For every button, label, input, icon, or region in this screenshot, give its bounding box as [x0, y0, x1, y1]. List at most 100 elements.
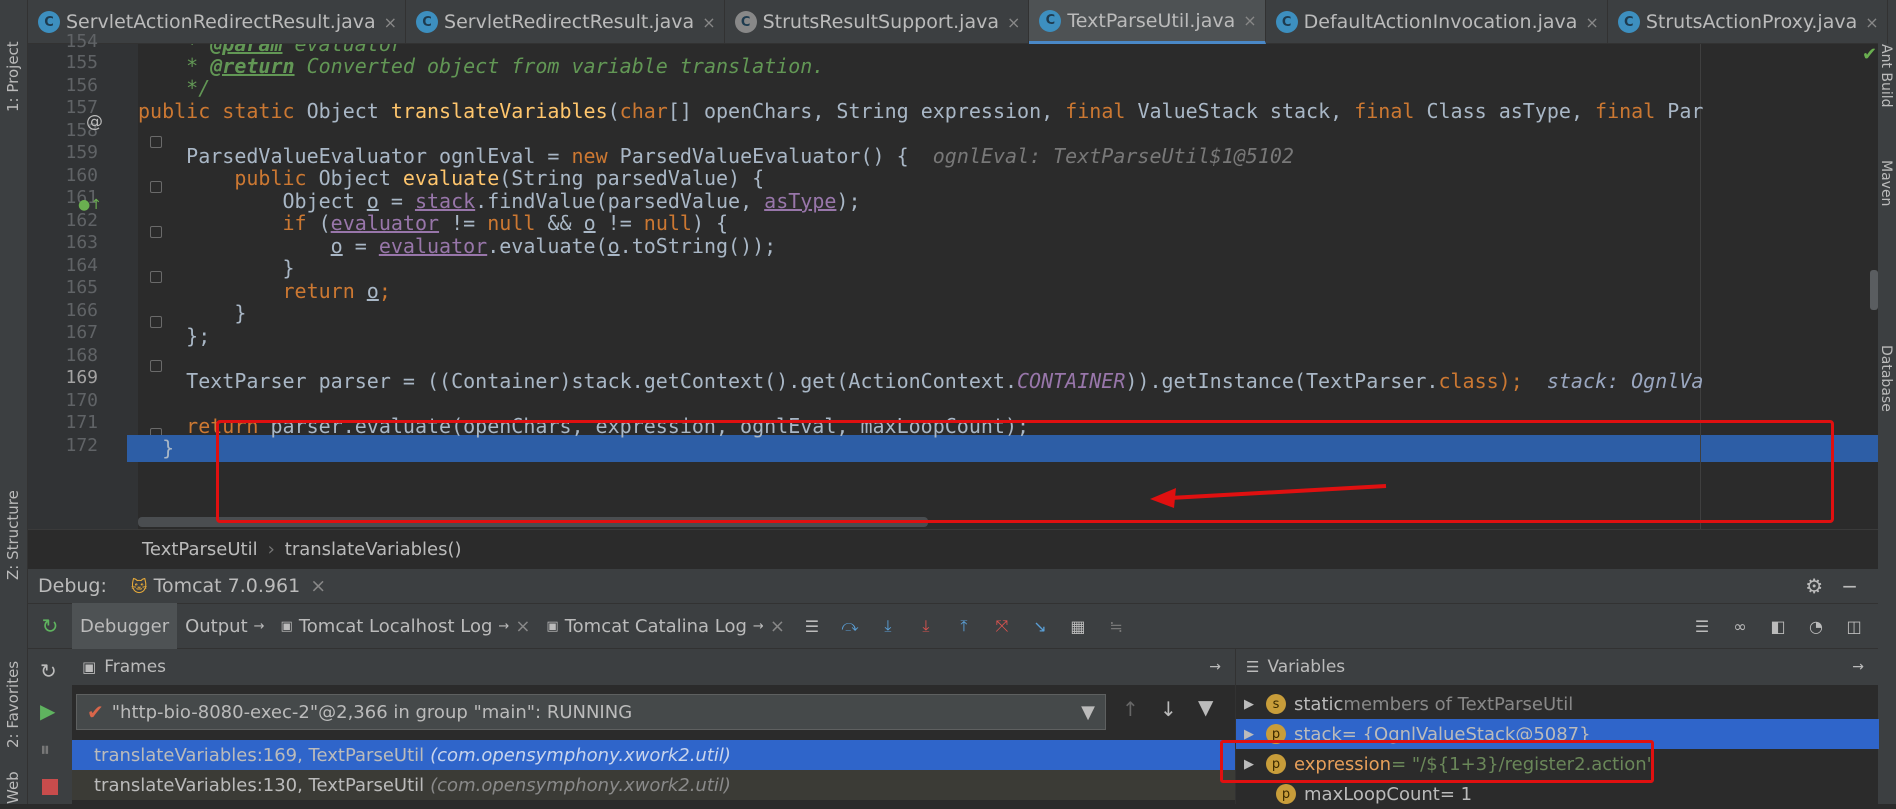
- variable-value: members of TextParseUtil: [1343, 693, 1574, 715]
- tab-tomcat-catalina-log[interactable]: ▣ Tomcat Catalina Log → ×: [538, 603, 793, 649]
- tab-struts-action-proxy[interactable]: C StrutsActionProxy.java ×: [1608, 0, 1888, 44]
- close-icon[interactable]: ×: [384, 13, 397, 32]
- thread-selector[interactable]: ✔ "http-bio-8080-exec-2"@2,366 in group …: [76, 694, 1106, 730]
- stop-icon[interactable]: [42, 779, 58, 795]
- pin-icon[interactable]: →: [1209, 659, 1221, 675]
- inspection-ok-icon: ✔: [1862, 44, 1878, 65]
- close-icon[interactable]: ×: [1865, 13, 1878, 32]
- line-number: 171: [65, 412, 98, 433]
- restore-layout-icon[interactable]: ☰: [1692, 616, 1712, 636]
- class-icon: C: [1039, 9, 1062, 32]
- frame-method: translateVariables:169, TextParseUtil: [94, 744, 425, 766]
- overhead-icon[interactable]: ◔: [1806, 616, 1826, 636]
- close-icon[interactable]: ×: [1585, 13, 1598, 32]
- favorites-tool-button[interactable]: 2: Favorites: [4, 661, 22, 748]
- database-tool-button[interactable]: Database: [1878, 345, 1894, 412]
- rerun-icon[interactable]: ↻: [28, 603, 72, 649]
- tab-text-parse-util[interactable]: C TextParseUtil.java ×: [1029, 0, 1266, 44]
- step-out-icon[interactable]: ⤒: [954, 616, 974, 636]
- tab-overflow-button[interactable]: ≡4: [1888, 0, 1896, 43]
- tab-label: StrutsResultSupport.java: [762, 11, 999, 33]
- tab-default-action-invocation[interactable]: C DefaultActionInvocation.java ×: [1266, 0, 1608, 44]
- tab-struts-result-support[interactable]: C StrutsResultSupport.java ×: [725, 0, 1030, 44]
- tab-label: ServletRedirectResult.java: [444, 11, 695, 33]
- debug-label: Debug:: [38, 575, 107, 597]
- show-execution-point-icon[interactable]: ☰: [802, 616, 822, 636]
- class-icon: C: [1617, 11, 1640, 33]
- close-icon[interactable]: ×: [310, 575, 326, 597]
- close-icon[interactable]: ×: [515, 616, 530, 637]
- project-tool-button[interactable]: 1: Project: [4, 41, 22, 112]
- annotation-box: [1220, 740, 1654, 783]
- arrow-down-icon[interactable]: ↓: [1160, 697, 1177, 721]
- vertical-scrollbar[interactable]: [1870, 270, 1878, 310]
- frames-header: ▣ Frames →: [72, 649, 1235, 685]
- run-to-cursor-icon[interactable]: ↘: [1030, 616, 1050, 636]
- variable-name: static: [1294, 693, 1344, 715]
- variable-value: = 1: [1439, 783, 1473, 805]
- evaluate-expression-icon[interactable]: ▦: [1068, 616, 1088, 636]
- tab-servlet-redirect-result[interactable]: C ServletRedirectResult.java ×: [406, 0, 725, 44]
- line-number: 155: [65, 52, 98, 73]
- frame-row[interactable]: translateVariables:130, TextParseUtil (co…: [72, 770, 1235, 800]
- breadcrumb-method[interactable]: translateVariables(): [285, 539, 462, 560]
- log-icon: ▣: [280, 618, 293, 634]
- implements-marker-icon[interactable]: ●↑: [78, 197, 102, 213]
- pin-icon[interactable]: →: [1852, 659, 1864, 675]
- maven-tool-button[interactable]: Maven: [1878, 160, 1894, 206]
- drop-frame-icon[interactable]: ⤧: [992, 616, 1012, 636]
- line-number: 163: [65, 232, 98, 253]
- step-over-icon[interactable]: ⤼: [840, 616, 860, 636]
- step-into-icon[interactable]: ⤓: [878, 616, 898, 636]
- class-icon: C: [1275, 11, 1298, 33]
- tab-label: Output: [185, 615, 248, 637]
- annotation-arrow-icon: [1150, 484, 1387, 508]
- breadcrumb-class[interactable]: TextParseUtil: [142, 539, 258, 560]
- resume-icon[interactable]: ▶: [40, 699, 55, 723]
- close-icon[interactable]: ×: [1243, 11, 1256, 30]
- web-tool-button[interactable]: Web: [4, 771, 22, 804]
- close-icon[interactable]: ×: [702, 13, 715, 32]
- debug-config-tab[interactable]: Tomcat 7.0.961: [154, 575, 301, 597]
- pin-icon: →: [752, 618, 764, 634]
- line-number: 154: [65, 31, 98, 52]
- line-number: 160: [65, 165, 98, 186]
- tab-label: DefaultActionInvocation.java: [1303, 11, 1578, 33]
- watches-icon[interactable]: ∞: [1730, 616, 1750, 636]
- force-step-into-icon[interactable]: ⤓: [916, 616, 936, 636]
- debug-header: Debug: 🐱 Tomcat 7.0.961 × ⚙ −: [28, 569, 1878, 603]
- refresh-icon[interactable]: ↻: [40, 659, 57, 683]
- close-icon[interactable]: ×: [1007, 13, 1020, 32]
- tab-output[interactable]: Output →: [177, 603, 272, 649]
- line-number: 168: [65, 345, 98, 366]
- structure-tool-button[interactable]: Z: Structure: [4, 490, 22, 580]
- tab-debugger[interactable]: Debugger: [72, 603, 178, 649]
- variables-header: ☰ Variables →: [1236, 649, 1878, 685]
- close-icon[interactable]: ×: [770, 616, 785, 637]
- tab-tomcat-localhost-log[interactable]: ▣ Tomcat Localhost Log → ×: [273, 603, 539, 649]
- code-line-172: }: [138, 436, 175, 460]
- editor-tab-bar: C ServletActionRedirectResult.java × C Serv…: [28, 0, 1888, 44]
- override-marker-icon[interactable]: @: [86, 112, 103, 132]
- ant-build-tool-button[interactable]: Ant Build: [1878, 44, 1894, 108]
- gear-icon[interactable]: ⚙: [1805, 574, 1823, 598]
- log-icon: ▣: [546, 618, 559, 634]
- class-icon: C: [734, 11, 757, 33]
- frame-row[interactable]: translateVariables:169, TextParseUtil (co…: [72, 740, 1235, 770]
- line-number: 167: [65, 322, 98, 343]
- code-line-169: TextParser parser = ((Container)stack.ge…: [138, 369, 1704, 393]
- pause-icon[interactable]: ⏸: [40, 737, 50, 761]
- line-number: 172: [65, 435, 98, 456]
- layout-icon[interactable]: ◧: [1768, 616, 1788, 636]
- memory-icon[interactable]: ◫: [1844, 616, 1864, 636]
- trace-stream-icon[interactable]: ≒: [1106, 616, 1126, 636]
- variable-row[interactable]: ▶ s static members of TextParseUtil: [1236, 689, 1879, 719]
- minimize-icon[interactable]: −: [1841, 574, 1858, 598]
- arrow-up-icon[interactable]: ↑: [1122, 697, 1139, 721]
- expand-icon[interactable]: ▶: [1244, 697, 1254, 712]
- frame-package: (com.opensymphony.xwork2.util): [430, 744, 731, 766]
- variables-title: Variables: [1267, 657, 1346, 677]
- frames-icon: ▣: [82, 658, 97, 676]
- filter-icon[interactable]: ▼: [1198, 695, 1213, 719]
- variable-row[interactable]: p maxLoopCount = 1: [1236, 779, 1879, 809]
